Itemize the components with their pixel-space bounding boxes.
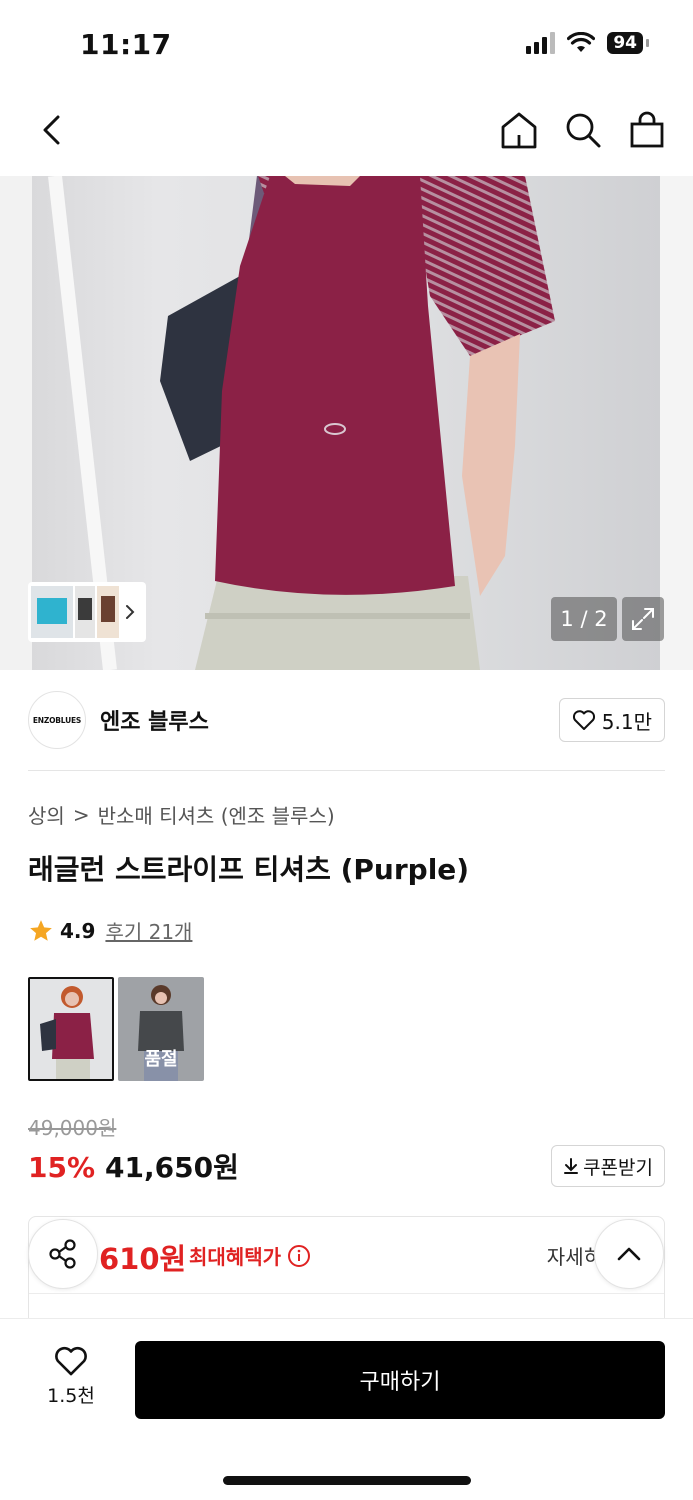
status-time: 11:17 xyxy=(80,28,172,61)
search-button[interactable] xyxy=(559,106,607,154)
star-icon xyxy=(30,919,52,941)
bottom-action-bar: 1.5천 구매하기 xyxy=(0,1318,693,1500)
cart-button[interactable] xyxy=(623,106,671,154)
benefit-box[interactable]: 610원 최대혜택가 자세히 xyxy=(28,1216,665,1326)
sale-price: 41,650원 xyxy=(105,1151,239,1184)
max-benefit-label: 최대혜택가 xyxy=(189,1241,311,1270)
share-button[interactable] xyxy=(28,1219,98,1289)
rating-row: 4.9 후기 21개 xyxy=(28,916,192,945)
image-counter: 1 / 2 xyxy=(551,597,617,641)
original-price: 49,000원 xyxy=(28,1116,117,1140)
divider xyxy=(28,770,665,771)
download-icon xyxy=(564,1158,579,1174)
fullscreen-button[interactable] xyxy=(622,597,664,641)
discount-rate: 15% xyxy=(28,1151,96,1184)
info-icon[interactable] xyxy=(287,1244,311,1268)
gallery-thumbnail-strip[interactable] xyxy=(28,582,146,642)
brand-logo[interactable]: ENZOBLUES xyxy=(28,691,86,749)
color-options: 품절 xyxy=(28,977,204,1081)
coupon-button[interactable]: 쿠폰받기 xyxy=(551,1145,665,1187)
signal-icon xyxy=(526,32,556,54)
soldout-label: 품절 xyxy=(144,1049,178,1070)
status-bar: 11:17 94 xyxy=(0,0,693,92)
brand-row[interactable]: ENZOBLUES 엔조 블루스 5.1만 xyxy=(28,690,665,750)
wishlist-button[interactable]: 1.5천 xyxy=(36,1345,106,1408)
search-icon xyxy=(566,113,601,148)
back-button[interactable] xyxy=(28,106,76,154)
heart-icon xyxy=(55,1346,87,1376)
battery-icon: 94 xyxy=(607,32,649,54)
chevron-right-icon xyxy=(126,605,135,619)
nav-actions xyxy=(495,106,671,154)
brand-like-count: 5.1만 xyxy=(601,709,652,734)
breadcrumb: 상의 > 반소매 티셔츠 (엔조 블루스) xyxy=(28,800,335,829)
heart-icon xyxy=(572,710,595,730)
breadcrumb-separator: > xyxy=(72,802,90,827)
brand-like-button[interactable]: 5.1만 xyxy=(558,698,665,742)
top-nav xyxy=(0,92,693,176)
review-count-link[interactable]: 후기 21개 xyxy=(105,916,192,945)
coupon-label: 쿠폰받기 xyxy=(583,1156,653,1179)
breadcrumb-subcategory[interactable]: 반소매 티셔츠 (엔조 블루스) xyxy=(98,800,335,829)
product-title: 래글런 스트라이프 티셔츠 (Purple) xyxy=(28,853,470,886)
color-option-charcoal[interactable]: 품절 xyxy=(118,977,204,1081)
max-benefit-label-text: 최대혜택가 xyxy=(189,1245,281,1269)
color-option-purple[interactable] xyxy=(28,977,114,1081)
brand-name[interactable]: 엔조 블루스 xyxy=(100,704,209,736)
breadcrumb-category[interactable]: 상의 xyxy=(28,800,65,829)
home-button[interactable] xyxy=(495,106,543,154)
buy-button[interactable]: 구매하기 xyxy=(135,1341,665,1419)
shopping-bag-icon xyxy=(630,111,664,148)
home-icon xyxy=(501,112,537,149)
battery-level: 94 xyxy=(607,32,643,54)
gallery-thumbnail xyxy=(31,586,119,638)
wishlist-count: 1.5천 xyxy=(47,1385,95,1407)
chevron-up-icon xyxy=(617,1247,641,1261)
home-indicator xyxy=(223,1476,471,1485)
chevron-left-icon xyxy=(43,115,60,145)
scroll-top-button[interactable] xyxy=(594,1219,664,1289)
purple-option-thumbnail xyxy=(30,979,112,1079)
expand-icon xyxy=(632,608,654,630)
product-image-gallery[interactable] xyxy=(0,176,693,670)
status-icons: 94 xyxy=(526,32,649,54)
max-benefit-price: 610원 xyxy=(99,1242,187,1276)
rating-score: 4.9 xyxy=(60,918,96,943)
share-icon xyxy=(49,1239,76,1269)
wifi-icon xyxy=(567,32,596,52)
price-row: 15% 41,650원 xyxy=(28,1146,239,1186)
